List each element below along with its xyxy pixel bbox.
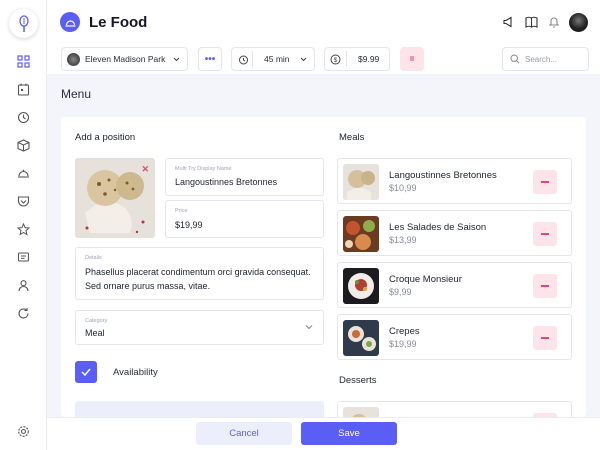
- restaurant-select[interactable]: Eleven Madison Park: [61, 47, 188, 71]
- add-position-drop-area[interactable]: [75, 401, 324, 417]
- bell-icon[interactable]: [547, 15, 561, 29]
- check-icon: [81, 368, 91, 376]
- svg-text:$: $: [334, 57, 338, 64]
- price-field[interactable]: Price $19,99: [165, 200, 324, 238]
- price-value: $9.99: [358, 54, 380, 64]
- name-field[interactable]: Multi Try Display Name Langoustinnes Bre…: [165, 158, 324, 196]
- dollar-icon: $: [330, 54, 341, 64]
- search-input[interactable]: Search...: [502, 47, 589, 71]
- name-value: Langoustinnes Bretonnes: [175, 177, 278, 187]
- dish-photo: ✕: [75, 158, 155, 238]
- cloche-logo-icon: [60, 12, 80, 32]
- category-select[interactable]: Category Meal: [75, 310, 324, 345]
- message-icon[interactable]: [14, 248, 33, 267]
- details-label: Details: [85, 255, 102, 261]
- remove-meal-button[interactable]: [533, 170, 557, 194]
- remove-meal-button[interactable]: [533, 326, 557, 350]
- restaurant-name: Eleven Madison Park: [85, 54, 166, 64]
- box-icon[interactable]: [14, 136, 33, 155]
- chef-whisk-icon[interactable]: [9, 9, 38, 38]
- meal-item[interactable]: Crepes $19,99: [337, 314, 572, 360]
- meal-item[interactable]: Langoustinnes Bretonnes $10,99: [337, 158, 572, 204]
- pause-button[interactable]: II: [400, 47, 424, 71]
- price-field[interactable]: $ $9.99: [324, 47, 390, 71]
- megaphone-icon[interactable]: [502, 15, 516, 29]
- meal-item[interactable]: Les Salades de Saison $13,99: [337, 210, 572, 256]
- minus-icon: [541, 285, 549, 287]
- book-icon[interactable]: [524, 15, 538, 29]
- category-value: Meal: [85, 328, 105, 338]
- meal-price: $13,99: [389, 235, 417, 245]
- chevron-down-icon: [173, 57, 180, 62]
- app-title: Le Food: [89, 14, 148, 31]
- availability-label: Availability: [113, 367, 158, 378]
- user-icon[interactable]: [14, 276, 33, 295]
- price-label: Price: [175, 208, 188, 214]
- chevron-down-icon: [305, 325, 313, 330]
- divider: [346, 51, 347, 67]
- dessert-item[interactable]: [337, 401, 572, 417]
- meal-name: Les Salades de Saison: [389, 222, 487, 233]
- availability-checkbox[interactable]: [75, 361, 97, 383]
- timer-icon: [239, 55, 248, 64]
- cancel-button[interactable]: Cancel: [196, 422, 292, 445]
- meal-item[interactable]: Croque Monsieur $9,99: [337, 262, 572, 308]
- name-label: Multi Try Display Name: [175, 166, 232, 172]
- avatar[interactable]: [569, 13, 588, 32]
- app-header: Le Food: [47, 0, 600, 44]
- time-select[interactable]: 45 min: [231, 47, 315, 71]
- add-position-title: Add a position: [75, 132, 136, 143]
- meal-price: $10,99: [389, 183, 417, 193]
- remove-photo-icon[interactable]: ✕: [141, 164, 149, 175]
- meal-name: Croque Monsieur: [389, 274, 462, 285]
- meal-price: $9,99: [389, 287, 412, 297]
- meals-title: Meals: [339, 132, 365, 143]
- gear-icon[interactable]: [14, 422, 33, 441]
- remove-meal-button[interactable]: [533, 222, 557, 246]
- refresh-icon[interactable]: [14, 304, 33, 323]
- more-options-button[interactable]: •••: [198, 47, 222, 71]
- more-dots: •••: [204, 53, 216, 65]
- meal-name: Crepes: [389, 326, 420, 337]
- chevron-down-icon: [300, 57, 307, 62]
- category-label: Category: [85, 318, 108, 324]
- dessert-thumbnail: [343, 407, 379, 417]
- calendar-icon[interactable]: [14, 80, 33, 99]
- meal-price: $19,99: [389, 339, 417, 349]
- price-value: $19,99: [175, 220, 203, 230]
- remove-meal-button[interactable]: [533, 274, 557, 298]
- cloche-icon[interactable]: [14, 164, 33, 183]
- toolbar: Eleven Madison Park ••• 45 min $ $9.99 I…: [47, 44, 600, 74]
- star-icon[interactable]: [14, 220, 33, 239]
- divider: [252, 51, 253, 67]
- grid-icon[interactable]: [14, 52, 33, 71]
- details-value: Phasellus placerat condimentum orci grav…: [85, 267, 311, 291]
- minus-icon: [541, 337, 549, 339]
- meal-thumbnail: [343, 164, 379, 200]
- action-footer: Cancel Save: [47, 417, 600, 450]
- desserts-title: Desserts: [339, 375, 377, 386]
- sidebar: [0, 0, 47, 450]
- clock-icon[interactable]: [14, 108, 33, 127]
- menu-card: Add a position ✕ Multi Try Display Name …: [61, 117, 586, 417]
- save-button[interactable]: Save: [301, 422, 397, 445]
- page-title: Menu: [61, 87, 92, 101]
- details-field[interactable]: Details Phasellus placerat condimentum o…: [75, 247, 324, 300]
- meal-name: Langoustinnes Bretonnes: [389, 170, 497, 181]
- meal-thumbnail: [343, 320, 379, 356]
- minus-icon: [541, 233, 549, 235]
- time-value: 45 min: [264, 54, 290, 64]
- search-icon: [510, 54, 520, 64]
- minus-icon: [541, 181, 549, 183]
- pocket-icon[interactable]: [14, 192, 33, 211]
- restaurant-avatar: [67, 52, 80, 66]
- search-placeholder: Search...: [525, 54, 558, 64]
- meal-thumbnail: [343, 216, 379, 252]
- meal-thumbnail: [343, 268, 379, 304]
